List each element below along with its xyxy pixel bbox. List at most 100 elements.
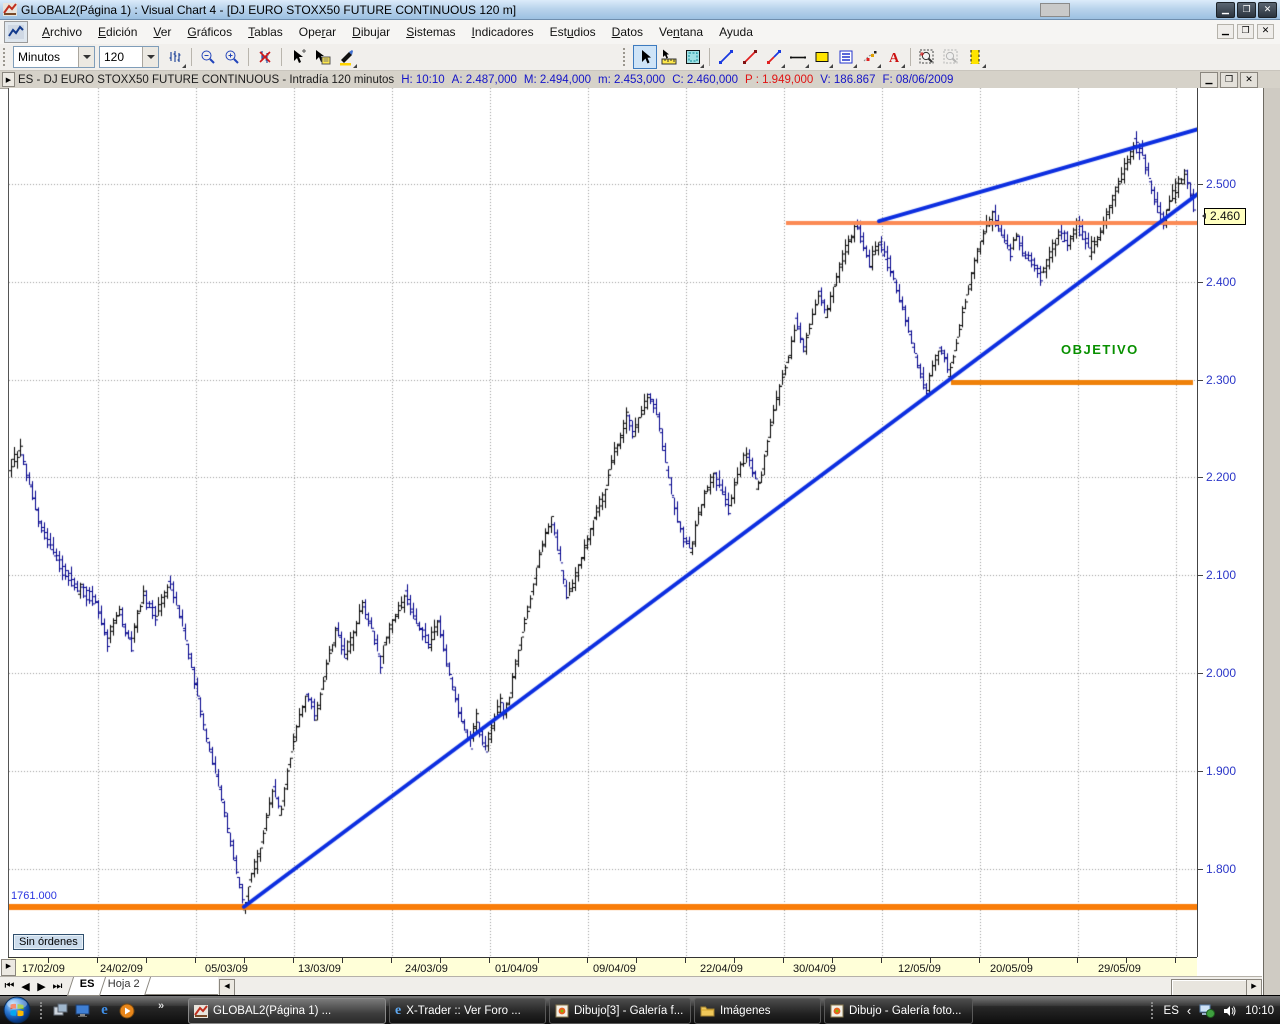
date-tick-label: 20/05/09	[990, 963, 1033, 975]
hscroll-left-button[interactable]: ◀	[219, 979, 235, 996]
quote-field: V: 186.867	[820, 73, 876, 86]
price-axis[interactable]: 2.460 2.500 2.400 2.300 2.200 2.100 2.000 1.90…	[1197, 88, 1263, 957]
switch-windows-icon[interactable]	[52, 1002, 69, 1019]
pointer-lines-tool-button[interactable]	[286, 45, 310, 69]
chart-close-button[interactable]: ✕	[1240, 72, 1258, 88]
close-button[interactable]: ✕	[1258, 2, 1277, 18]
quote-field: A: 2.487,000	[451, 73, 517, 86]
menu-item-ver[interactable]: Ver	[145, 22, 179, 42]
svg-text:A: A	[889, 51, 900, 66]
no-orders-badge[interactable]: Sin órdenes	[13, 934, 84, 950]
language-indicator[interactable]: ES	[1164, 1005, 1179, 1017]
network-icon[interactable]	[1199, 1004, 1216, 1018]
date-tick	[685, 958, 686, 963]
semiline-tool-button[interactable]	[762, 45, 786, 69]
line-blue-tool-button[interactable]	[714, 45, 738, 69]
mdi-close-button[interactable]: ✕	[1257, 24, 1274, 39]
tab-prev-button[interactable]: ◀	[18, 979, 33, 994]
text-block-tool-button[interactable]	[834, 45, 858, 69]
date-tick	[538, 958, 539, 963]
start-button[interactable]	[3, 996, 31, 1024]
zoom-in-tool-button[interactable]	[220, 45, 244, 69]
date-tick	[636, 958, 637, 963]
quicklaunch-overflow-chevron[interactable]: »	[158, 1000, 164, 1012]
date-axis[interactable]: ▶ 17/02/09 24/02/09 05/03/09 13/03/09 24/03/…	[1, 957, 1197, 977]
date-tick	[342, 958, 343, 963]
language-bar[interactable]	[1040, 3, 1070, 17]
line-red-tool-button[interactable]	[738, 45, 762, 69]
menu-item-gráficos[interactable]: Gráficos	[179, 22, 240, 42]
taskbar-button-im-genes[interactable]: Imágenes	[694, 998, 821, 1024]
hline-tool-button[interactable]	[786, 45, 810, 69]
scatter-tool-button[interactable]	[858, 45, 882, 69]
taskbar-button-x-trader-ver-foro[interactable]: e X-Trader :: Ver Foro ...	[389, 998, 546, 1024]
snap-tool-button[interactable]	[681, 45, 705, 69]
menu-item-edición[interactable]: Edición	[90, 22, 145, 42]
chart-plot-area[interactable]: 1761.000 OBJETIVO Sin órdenes	[8, 88, 1198, 957]
chevron-down-icon[interactable]	[78, 47, 94, 67]
axis-expand-button[interactable]: ▶	[1, 959, 16, 976]
chart-maximize-button[interactable]: ❐	[1220, 72, 1238, 88]
taskbar-button-global2-p-gina-1[interactable]: GLOBAL2(Página 1) ...	[188, 998, 386, 1024]
menu-item-ayuda[interactable]: Ayuda	[711, 22, 761, 42]
pointer-note-tool-button[interactable]	[310, 45, 334, 69]
interval-unit-select[interactable]: Minutos	[13, 46, 95, 68]
text-a-tool-button[interactable]: A	[882, 45, 906, 69]
tab-last-button[interactable]: ⏭	[50, 979, 65, 994]
menu-item-sistemas[interactable]: Sistemas	[398, 22, 463, 42]
tab-next-button[interactable]: ▶	[34, 979, 49, 994]
menu-item-ventana[interactable]: Ventana	[651, 22, 711, 42]
taskbar-button-dibujo-3-galer-a-f[interactable]: Dibujo[3] - Galería f...	[549, 998, 691, 1024]
expand-arrow-icon[interactable]: ▶	[2, 72, 15, 87]
zoom-out-tool-button[interactable]	[196, 45, 220, 69]
menu-item-dibujar[interactable]: Dibujar	[344, 22, 398, 42]
price-chart-canvas[interactable]	[9, 88, 1198, 957]
chart-header: ▶ ES - DJ EURO STOXX50 FUTURE CONTINUOUS…	[0, 71, 1280, 89]
taskbar-clock[interactable]: 10:10	[1245, 1005, 1274, 1017]
system-tray: ES ‹ 10:10	[1150, 996, 1278, 1024]
show-desktop-icon[interactable]	[74, 1002, 91, 1019]
menu-item-datos[interactable]: Datos	[604, 22, 651, 42]
marker-tool-button[interactable]	[334, 45, 358, 69]
objetivo-annotation[interactable]: OBJETIVO	[1061, 342, 1139, 357]
zoom-area-tool-button[interactable]	[915, 45, 939, 69]
restore-button[interactable]: ❐	[1237, 2, 1256, 18]
price-tick-label: 1.900	[1206, 764, 1237, 778]
interval-value-select[interactable]: 120	[99, 46, 159, 68]
media-player-icon[interactable]	[118, 1002, 135, 1019]
toolbar-separator	[910, 48, 911, 66]
bars-hide-tool-button[interactable]	[253, 45, 277, 69]
zoom-area-off-tool-button[interactable]	[939, 45, 963, 69]
menu-item-indicadores[interactable]: Indicadores	[464, 22, 542, 42]
mdi-minimize-button[interactable]: ▁	[1217, 24, 1234, 39]
cursor-tool-button[interactable]	[633, 45, 657, 69]
bar-style-tool-button[interactable]	[163, 45, 187, 69]
tray-collapse-chevron[interactable]: ‹	[1187, 1003, 1191, 1018]
menu-item-tablas[interactable]: Tablas	[240, 22, 291, 42]
chevron-down-icon[interactable]	[142, 47, 158, 67]
internet-explorer-icon[interactable]: e	[96, 1002, 113, 1019]
minimize-button[interactable]: ▁	[1216, 2, 1235, 18]
menu-item-operar[interactable]: Operar	[291, 22, 344, 42]
toolbar-separator	[709, 48, 710, 66]
chart-minimize-button[interactable]: ▁	[1200, 72, 1218, 88]
vband-tool-button[interactable]	[963, 45, 987, 69]
tab-first-button[interactable]: ⏮	[2, 979, 17, 994]
menu-item-estudios[interactable]: Estudios	[542, 22, 604, 42]
volume-icon[interactable]	[1223, 1004, 1237, 1018]
date-tick-label: 09/04/09	[593, 963, 636, 975]
chart-menu-icon[interactable]	[4, 21, 28, 43]
mdi-restore-button[interactable]: ❐	[1237, 24, 1254, 39]
window-right-strip	[1263, 88, 1280, 995]
rect-tool-button[interactable]	[810, 45, 834, 69]
date-tick	[391, 958, 392, 963]
measure-tool-button[interactable]	[657, 45, 681, 69]
interval-unit-value: Minutos	[18, 50, 61, 64]
hscroll-right-button[interactable]: ▶	[1246, 979, 1262, 996]
taskbar-button-dibujo-galer-a-foto[interactable]: Dibujo - Galería foto...	[824, 998, 973, 1024]
title-bar[interactable]: GLOBAL2(Página 1) : Visual Chart 4 - [DJ…	[0, 0, 1280, 20]
window-title: GLOBAL2(Página 1) : Visual Chart 4 - [DJ…	[21, 2, 517, 17]
hscroll-thumb[interactable]	[1171, 979, 1247, 996]
sheet-tab-es[interactable]: ES	[66, 977, 106, 996]
menu-item-archivo[interactable]: Archivo	[34, 22, 90, 42]
